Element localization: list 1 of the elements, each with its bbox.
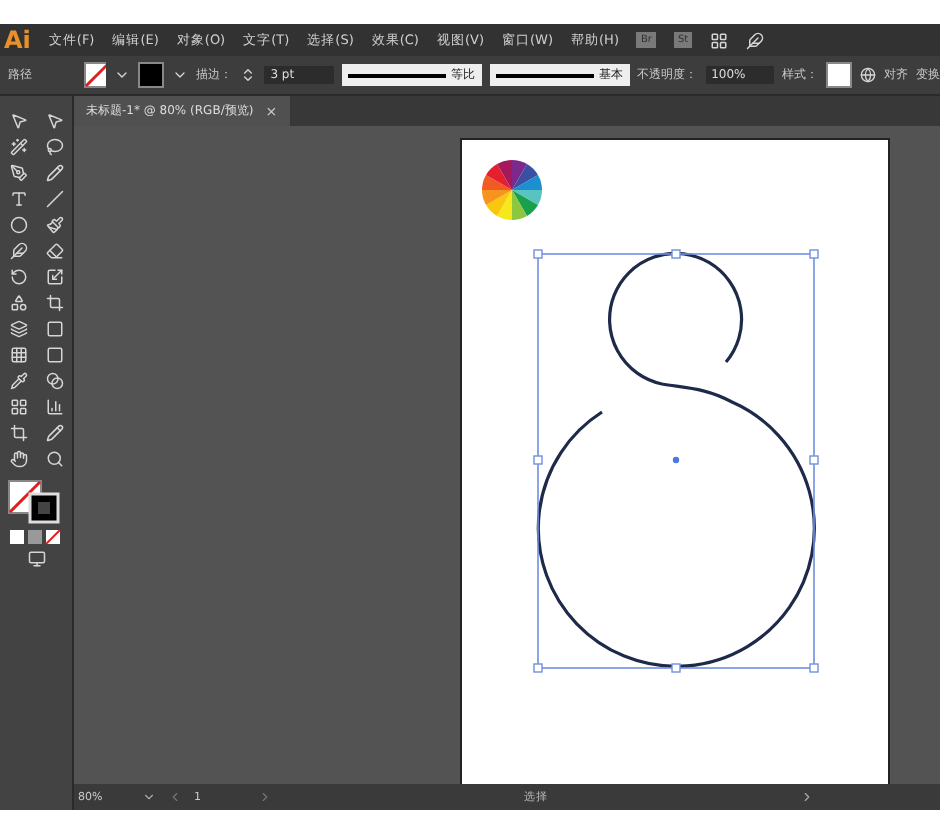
app-logo: Ai [4,26,31,54]
